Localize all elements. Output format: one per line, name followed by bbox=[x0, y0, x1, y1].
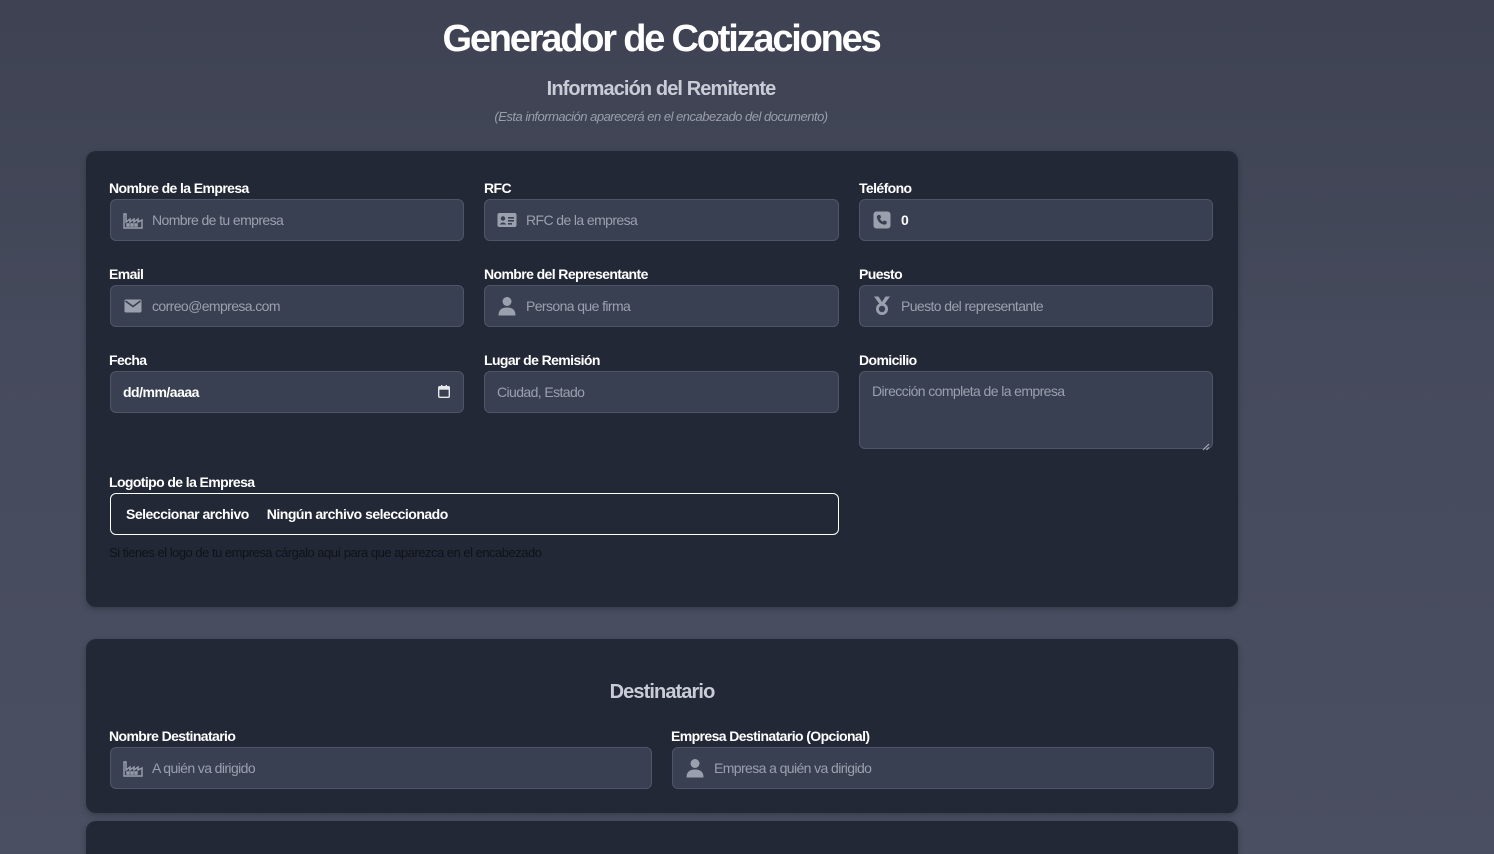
sender-card: Nombre de la Empresa Nombre de tu empres… bbox=[86, 151, 1238, 607]
place-label: Lugar de Remisión bbox=[484, 352, 600, 368]
date-input[interactable]: dd/mm/aaaa bbox=[110, 371, 464, 413]
phone-value: 0 bbox=[901, 212, 909, 228]
company-name-label: Nombre de la Empresa bbox=[109, 180, 249, 196]
email-label: Email bbox=[109, 266, 144, 282]
building-icon bbox=[123, 210, 143, 230]
next-section-card bbox=[86, 821, 1238, 854]
user-icon bbox=[685, 758, 705, 778]
email-input[interactable]: correo@empresa.com bbox=[110, 285, 464, 327]
position-input[interactable]: Puesto del representante bbox=[859, 285, 1213, 327]
place-placeholder: Ciudad, Estado bbox=[497, 384, 585, 400]
phone-input[interactable]: 0 bbox=[859, 199, 1213, 241]
select-file-button[interactable]: Seleccionar archivo bbox=[111, 494, 265, 534]
date-label: Fecha bbox=[109, 352, 147, 368]
phone-icon bbox=[872, 210, 892, 230]
recipient-card: Destinatario Nombre Destinatario A quién… bbox=[86, 639, 1238, 813]
resize-grip-icon[interactable] bbox=[1202, 438, 1210, 451]
rfc-label: RFC bbox=[484, 180, 512, 196]
medal-icon bbox=[872, 296, 892, 316]
id-card-icon bbox=[497, 210, 517, 230]
recipient-company-placeholder: Empresa a quién va dirigido bbox=[714, 760, 872, 776]
rfc-placeholder: RFC de la empresa bbox=[526, 212, 638, 228]
rfc-input[interactable]: RFC de la empresa bbox=[484, 199, 839, 241]
position-placeholder: Puesto del representante bbox=[901, 298, 1044, 314]
phone-label: Teléfono bbox=[859, 180, 912, 196]
calendar-icon[interactable] bbox=[437, 385, 451, 399]
email-placeholder: correo@empresa.com bbox=[152, 298, 281, 314]
recipient-name-input[interactable]: A quién va dirigido bbox=[110, 747, 652, 789]
place-input[interactable]: Ciudad, Estado bbox=[484, 371, 839, 413]
address-label: Domicilio bbox=[859, 352, 917, 368]
sender-section-title: Información del Remitente bbox=[546, 78, 777, 100]
page-title: Generador de Cotizaciones bbox=[442, 18, 881, 60]
logo-help-text: Si tienes el logo de tu empresa cárgalo … bbox=[109, 545, 542, 560]
envelope-icon bbox=[123, 296, 143, 316]
recipient-name-placeholder: A quién va dirigido bbox=[152, 760, 256, 776]
address-placeholder: Dirección completa de la empresa bbox=[872, 383, 1065, 399]
recipient-section-title: Destinatario bbox=[609, 681, 716, 703]
representative-label: Nombre del Representante bbox=[484, 266, 648, 282]
company-name-input[interactable]: Nombre de tu empresa bbox=[110, 199, 464, 241]
building-icon bbox=[123, 758, 143, 778]
company-name-placeholder: Nombre de tu empresa bbox=[152, 212, 284, 228]
recipient-name-label: Nombre Destinatario bbox=[109, 728, 236, 744]
recipient-company-label: Empresa Destinatario (Opcional) bbox=[671, 728, 870, 744]
position-label: Puesto bbox=[859, 266, 903, 282]
logo-label: Logotipo de la Empresa bbox=[109, 474, 255, 490]
file-status-text: Ningún archivo seleccionado bbox=[266, 506, 449, 522]
logo-file-input[interactable]: Seleccionar archivo Ningún archivo selec… bbox=[110, 493, 839, 535]
sender-section-note: (Esta información aparecerá en el encabe… bbox=[494, 109, 828, 124]
user-icon bbox=[497, 296, 517, 316]
recipient-company-input[interactable]: Empresa a quién va dirigido bbox=[672, 747, 1214, 789]
representative-input[interactable]: Persona que firma bbox=[484, 285, 839, 327]
address-textarea[interactable]: Dirección completa de la empresa bbox=[859, 371, 1213, 451]
representative-placeholder: Persona que firma bbox=[526, 298, 631, 314]
date-value: dd/mm/aaaa bbox=[123, 384, 199, 400]
